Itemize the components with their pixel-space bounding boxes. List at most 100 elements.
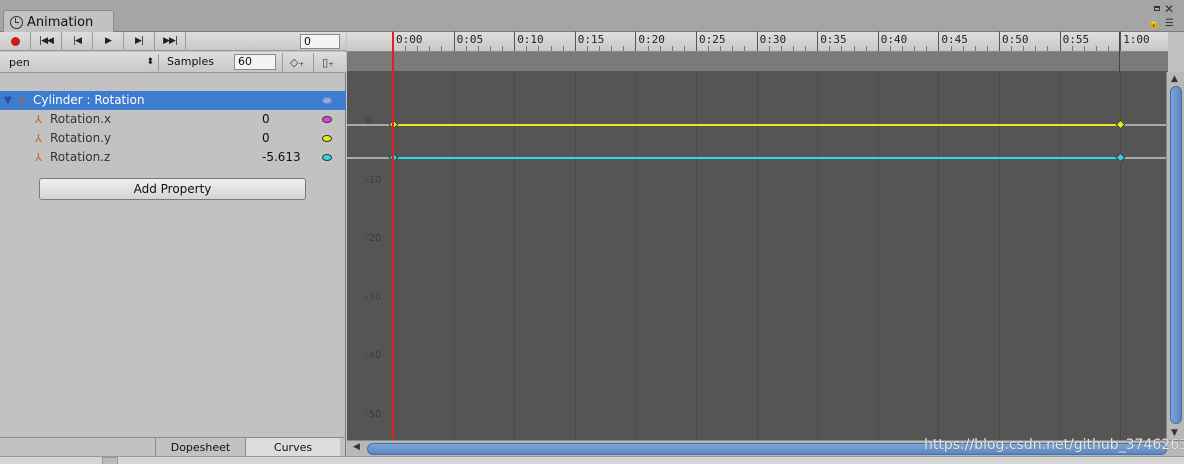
ruler-minor-tick	[974, 46, 976, 51]
first-key-button[interactable]: |◀◀	[31, 31, 62, 51]
add-keyframe-button[interactable]: ◇₊	[282, 53, 311, 72]
ruler-minor-tick	[562, 46, 564, 51]
record-button[interactable]	[0, 31, 31, 51]
ruler-minor-tick	[1108, 46, 1110, 51]
transform-icon: ⅄	[18, 94, 25, 107]
property-row-rotation-z[interactable]: ⅄ Rotation.z -5.613	[0, 148, 346, 167]
lock-icon[interactable]: 🔒	[1148, 18, 1160, 29]
clip-name: pen	[9, 56, 30, 69]
ruler-minor-tick	[792, 46, 794, 51]
ruler-tick-label: 0:55	[1062, 33, 1090, 46]
ruler-minor-tick	[950, 46, 952, 51]
property-row-rotation-x[interactable]: ⅄ Rotation.x 0	[0, 110, 346, 129]
add-event-icon: ▯₊	[322, 56, 334, 69]
ruler-minor-tick	[914, 46, 916, 51]
next-key-button[interactable]: ▶|	[124, 31, 155, 51]
ruler-minor-tick	[1011, 46, 1013, 51]
clip-select[interactable]: pen ⬍	[4, 54, 159, 71]
ruler-tick-label: 0:20	[638, 33, 665, 46]
ruler-minor-tick	[538, 46, 540, 51]
maximize-icon[interactable]	[1154, 6, 1160, 11]
ruler-minor-tick	[623, 46, 625, 51]
ruler-major-tick	[756, 31, 758, 51]
ruler-minor-tick	[780, 46, 782, 51]
ruler-minor-tick	[889, 46, 891, 51]
ruler-minor-tick	[477, 46, 479, 51]
grid-vertical-line	[1059, 72, 1061, 440]
ruler-major-tick	[696, 31, 697, 51]
ruler-major-tick	[635, 31, 637, 51]
last-key-button[interactable]: ▶▶|	[155, 31, 186, 51]
close-icon[interactable]: ✕	[1164, 2, 1174, 16]
ruler-minor-tick	[647, 46, 649, 51]
ruler-major-tick	[1059, 31, 1061, 51]
dropdown-arrow-icon: ⬍	[146, 57, 154, 67]
keyframe-point[interactable]	[1115, 152, 1126, 163]
resize-grip[interactable]	[102, 457, 118, 464]
grid-vertical-line	[877, 72, 879, 440]
property-value[interactable]: -5.613	[262, 148, 301, 167]
ruler-minor-tick	[865, 46, 867, 51]
property-row-rotation-y[interactable]: ⅄ Rotation.y 0	[0, 129, 346, 148]
property-value[interactable]: 0	[262, 110, 270, 129]
expand-triangle-icon[interactable]: ▼	[4, 91, 12, 110]
ruler-minor-tick	[1071, 46, 1073, 51]
grid-vertical-line	[696, 72, 697, 440]
ruler-major-tick	[453, 31, 455, 51]
ruler-tick-label: 0:00	[396, 33, 423, 46]
ruler-minor-tick	[489, 46, 491, 51]
ruler-minor-tick	[429, 46, 431, 51]
ruler-minor-tick	[1083, 46, 1085, 51]
tab-dopesheet[interactable]: Dopesheet	[155, 438, 245, 458]
ruler-major-tick	[938, 31, 940, 51]
scroll-left-icon[interactable]: ◀	[353, 442, 360, 452]
samples-input[interactable]: 60	[234, 54, 276, 70]
animation-curve[interactable]	[393, 156, 1121, 159]
vertical-scrollbar[interactable]: ▲ ▼	[1166, 72, 1184, 440]
ruler-tick-label: 0:40	[880, 33, 908, 46]
ruler-minor-tick	[853, 46, 855, 51]
property-group-cylinder-rotation[interactable]: ▼ ⅄ Cylinder : Rotation	[0, 91, 346, 110]
scroll-up-icon[interactable]: ▲	[1171, 74, 1178, 84]
curve-editor[interactable]: 0 -10 -20 -30 -40 -50	[347, 72, 1168, 440]
property-list: ▼ ⅄ Cylinder : Rotation ⅄ Rotation.x 0 ⅄…	[0, 91, 346, 167]
grid-vertical-line	[574, 72, 576, 440]
ruler-major-tick	[514, 31, 516, 51]
clip-end-marker	[1119, 32, 1120, 72]
property-group-label: Cylinder : Rotation	[33, 93, 145, 107]
play-button[interactable]: ▶	[93, 31, 124, 51]
add-property-button[interactable]: Add Property	[39, 178, 306, 200]
curve-color-swatch	[322, 154, 332, 161]
menu-icon[interactable]: ☰	[1165, 18, 1174, 29]
prev-key-button[interactable]: |◀	[62, 31, 93, 51]
keyframe-row[interactable]	[347, 52, 1168, 72]
property-value[interactable]: 0	[262, 129, 270, 148]
ruler-minor-tick	[841, 46, 843, 51]
transform-icon: ⅄	[35, 151, 42, 164]
ruler-tick-label: 0:05	[456, 33, 484, 46]
animation-tab[interactable]: Animation	[3, 10, 114, 33]
ruler-minor-tick	[550, 46, 552, 51]
playhead[interactable]	[392, 32, 394, 440]
vertical-scroll-thumb[interactable]	[1170, 86, 1182, 424]
ruler-tick-label: 0:10	[517, 33, 544, 46]
ruler-minor-tick	[732, 46, 734, 51]
ruler-minor-tick	[720, 46, 722, 51]
ruler-minor-tick	[805, 46, 807, 51]
window-tab-strip: Animation ✕ 🔒 ☰	[0, 0, 1184, 33]
timeline-ruler[interactable]: 0:00 0:05 0:10 0:15 0:20 0:25 0:30 0:35 0:40 0:45…	[347, 31, 1168, 52]
ruler-major-tick	[1120, 31, 1122, 51]
add-event-button[interactable]: ▯₊	[313, 53, 342, 72]
ruler-minor-tick	[1095, 46, 1097, 51]
keyframe-point[interactable]	[1115, 119, 1126, 130]
animation-curve[interactable]	[393, 124, 1121, 126]
animation-properties-panel: |◀◀ |◀ ▶ ▶| ▶▶| 0 pen ⬍ Samples 60 ◇₊ ▯₊…	[0, 31, 346, 464]
group-curve-swatch	[322, 97, 332, 104]
ruler-tick-label: 0:25	[699, 33, 726, 46]
play-icon: ▶	[105, 36, 112, 46]
clock-icon	[10, 15, 23, 29]
y-axis-label: -10	[365, 174, 382, 186]
watermark-text: https://blog.csdn.net/github_37462634	[924, 437, 1184, 453]
tab-curves[interactable]: Curves	[245, 438, 340, 458]
frame-input[interactable]: 0	[300, 34, 340, 49]
